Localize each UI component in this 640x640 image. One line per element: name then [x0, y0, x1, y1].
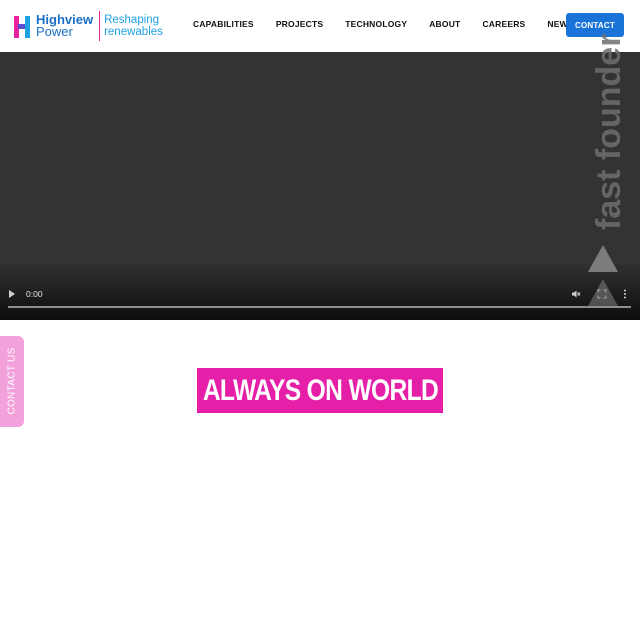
nav-technology[interactable]: TECHNOLOGY: [345, 19, 407, 29]
logo-name-line2: Power: [36, 24, 73, 39]
headline-text: ALWAYS ON WORLD: [202, 373, 438, 407]
logo-h-icon: [14, 14, 32, 38]
more-options-icon[interactable]: [623, 289, 627, 299]
main-nav: CAPABILITIES PROJECTS TECHNOLOGY ABOUT C…: [193, 19, 596, 29]
highview-power-logo[interactable]: Highview Power Reshaping renewables: [14, 11, 163, 41]
mute-icon[interactable]: [571, 289, 581, 299]
hero-video[interactable]: 0:00: [0, 52, 640, 320]
contact-button[interactable]: CONTACT: [566, 13, 624, 37]
video-time: 0:00: [26, 289, 43, 299]
logo-tagline-line1: Reshaping: [104, 14, 160, 26]
video-controls-gradient: [0, 260, 640, 320]
play-icon[interactable]: [9, 290, 15, 298]
nav-careers[interactable]: CAREERS: [482, 19, 525, 29]
nav-projects[interactable]: PROJECTS: [276, 19, 323, 29]
logo-divider: [99, 11, 101, 41]
headline-banner: ALWAYS ON WORLD: [197, 368, 443, 413]
nav-capabilities[interactable]: CAPABILITIES: [193, 19, 254, 29]
nav-about[interactable]: ABOUT: [429, 19, 460, 29]
logo-tagline-line2: renewables: [104, 26, 163, 38]
fullscreen-icon[interactable]: [597, 289, 607, 299]
side-contact-tab[interactable]: CONTACT US: [0, 336, 24, 427]
video-timeline[interactable]: [8, 306, 631, 308]
site-header: Highview Power Reshaping renewables CAPA…: [0, 0, 640, 52]
side-contact-label: CONTACT US: [6, 347, 18, 415]
